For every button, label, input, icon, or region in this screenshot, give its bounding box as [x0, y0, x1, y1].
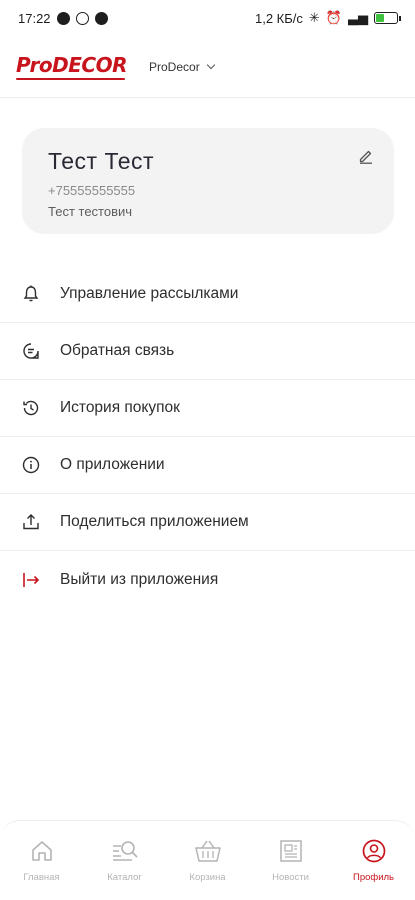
notification-icon — [56, 11, 70, 25]
status-left: 17:22 — [18, 11, 108, 26]
menu-item-label: Выйти из приложения — [60, 570, 219, 588]
store-selector-label: ProDecor — [149, 59, 200, 74]
nav-basket[interactable]: Корзина — [166, 821, 249, 900]
signal-icon: ▃▅ — [348, 10, 368, 25]
nav-home[interactable]: Главная — [0, 821, 83, 900]
status-time: 17:22 — [18, 10, 51, 26]
store-selector[interactable]: ProDecor — [149, 59, 215, 74]
home-icon — [31, 841, 52, 861]
battery-body — [374, 12, 398, 24]
news-icon — [279, 840, 302, 862]
brand-logo[interactable]: ProDECOR — [16, 53, 128, 80]
logout-icon — [20, 569, 42, 591]
bottom-navigation: Главная Каталог Корзина Новости Профиль — [0, 820, 415, 900]
cloud-icon — [75, 11, 89, 25]
status-right: 1,2 КБ/с ✳ ⏰ ▃▅ — [255, 10, 401, 26]
menu-item-label: Поделиться приложением — [60, 513, 249, 530]
profile-icon — [362, 839, 385, 863]
profile-card: Тест Тест +75555555555 Тест тестович — [22, 128, 394, 234]
menu-item-logout[interactable]: Выйти из приложения — [0, 551, 415, 608]
bell-settings-icon — [20, 283, 42, 305]
menu-item-label: О приложении — [60, 456, 165, 473]
menu-item-subscriptions[interactable]: Управление рассылками — [0, 266, 415, 323]
history-icon — [20, 397, 42, 419]
profile-full-name: Тест тестович — [48, 204, 133, 219]
app-notification-icon — [94, 11, 108, 25]
profile-name: Тест Тест — [48, 148, 155, 174]
nav-news[interactable]: Новости — [249, 821, 332, 900]
pencil-icon — [359, 150, 372, 164]
nav-label: Профиль — [352, 872, 394, 883]
edit-profile-button[interactable] — [354, 144, 378, 168]
bluetooth-icon: ✳ — [308, 10, 320, 25]
nav-catalog[interactable]: Каталог — [83, 821, 166, 900]
menu-item-about[interactable]: О приложении — [0, 437, 415, 494]
alarm-icon: ⏰ — [325, 10, 342, 25]
profile-menu: Управление рассылками Обратная связь Ист… — [0, 266, 415, 608]
basket-icon — [194, 840, 221, 862]
nav-profile[interactable]: Профиль — [332, 821, 415, 900]
battery-icon — [374, 12, 401, 24]
feedback-icon — [20, 340, 42, 362]
menu-item-purchase-history[interactable]: История покупок — [0, 380, 415, 437]
status-bar: 17:22 1,2 КБ/с ✳ ⏰ ▃▅ — [0, 0, 415, 36]
menu-item-share[interactable]: Поделиться приложением — [0, 494, 415, 551]
chevron-down-icon — [206, 60, 215, 69]
menu-item-label: Обратная связь — [60, 342, 175, 359]
nav-label: Корзина — [189, 872, 226, 883]
battery-fill — [376, 14, 384, 22]
info-icon — [20, 454, 42, 476]
nav-label: Каталог — [107, 872, 142, 883]
share-icon — [20, 511, 42, 533]
app-header: ProDECOR ProDecor — [0, 36, 415, 98]
logo-underline — [16, 78, 125, 80]
profile-phone: +75555555555 — [48, 183, 136, 198]
brand-logo-text: ProDECOR — [16, 53, 128, 77]
catalog-search-icon — [112, 841, 138, 861]
nav-label: Главная — [23, 872, 60, 883]
network-speed: 1,2 КБ/с — [255, 10, 303, 26]
menu-item-label: Управление рассылками — [60, 285, 239, 302]
menu-item-label: История покупок — [60, 399, 180, 416]
battery-tip — [399, 15, 401, 21]
nav-label: Новости — [272, 872, 309, 883]
menu-item-feedback[interactable]: Обратная связь — [0, 323, 415, 380]
